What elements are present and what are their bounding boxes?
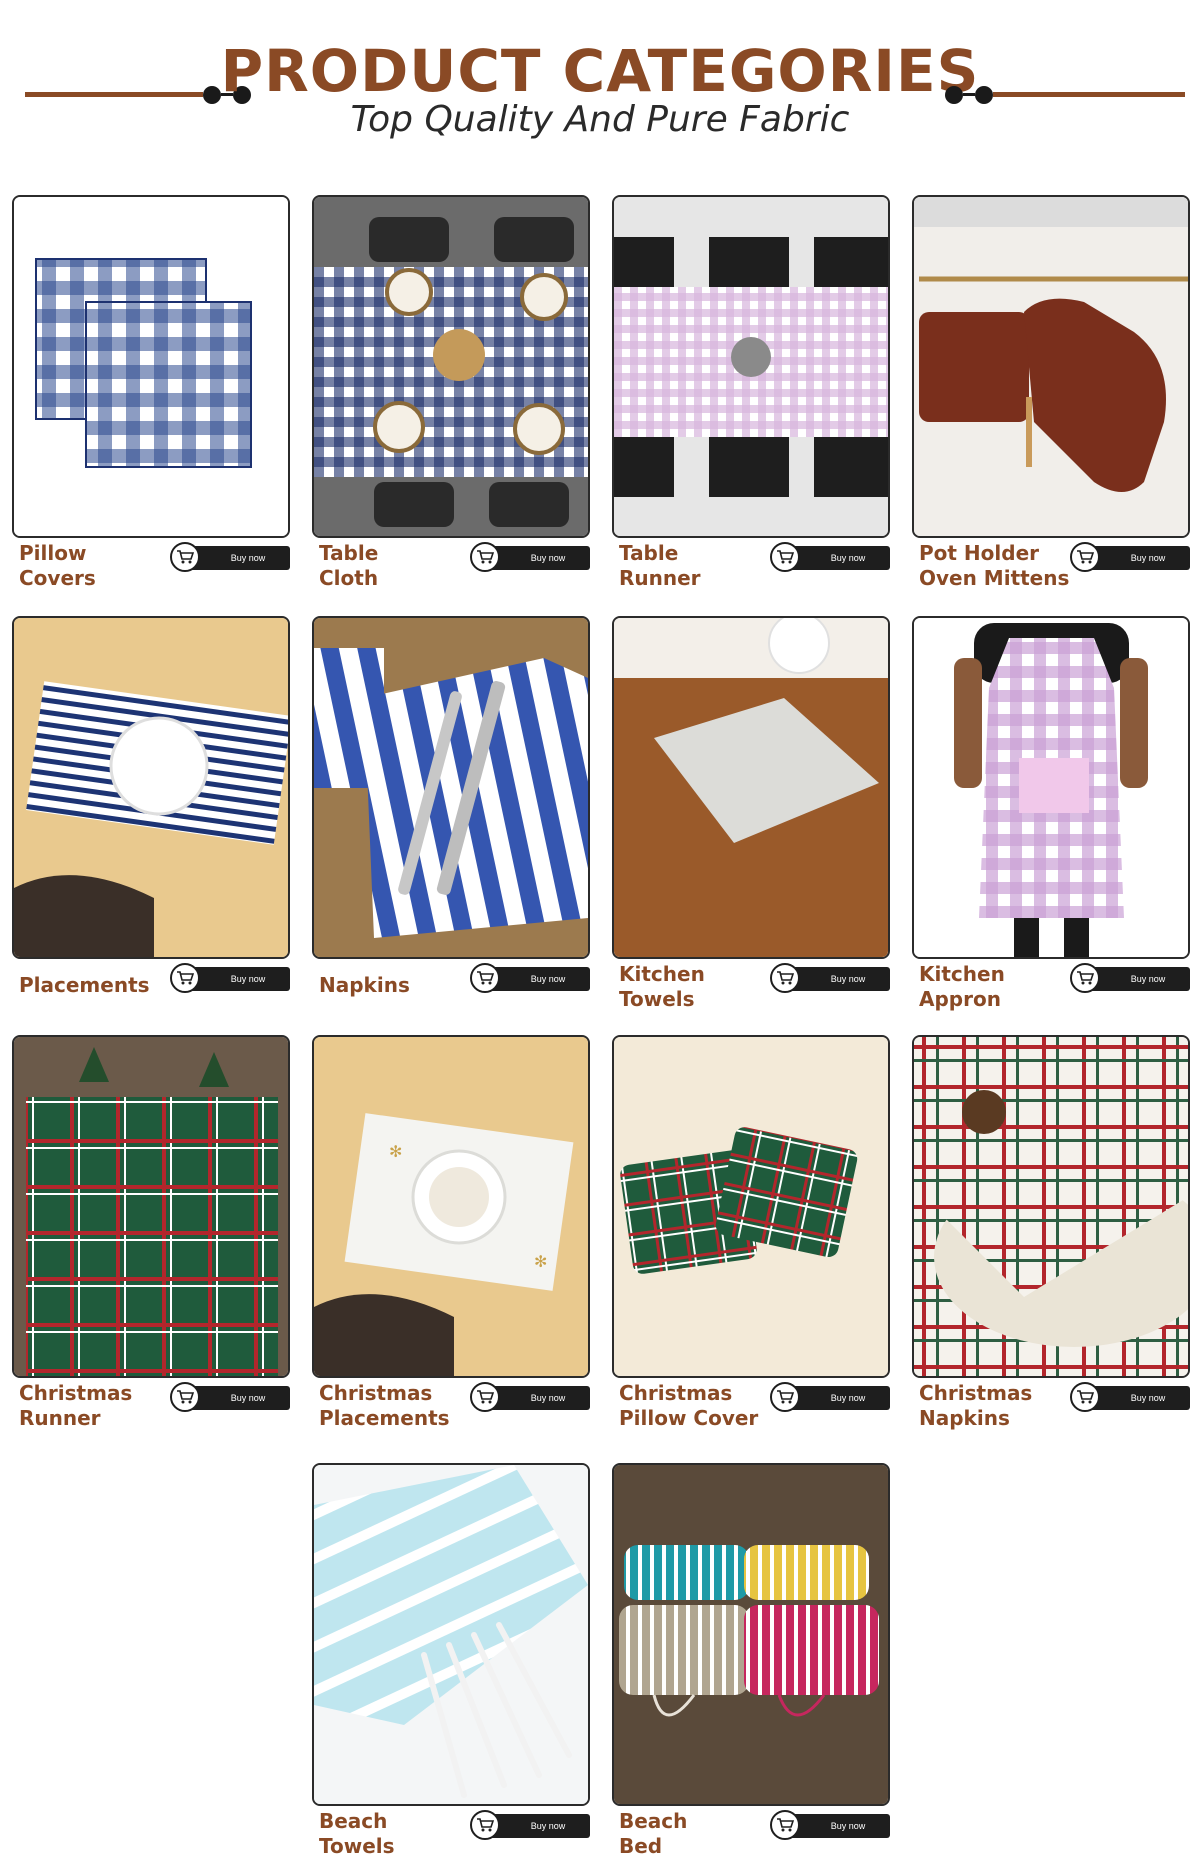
cart-icon [770,1382,800,1412]
product-card-christmas-napkins[interactable]: Christmas Napkins Buy now [912,1035,1190,1430]
product-name: Table Runner [619,541,701,590]
product-name: Christmas Runner [19,1381,133,1430]
buy-now-label: Buy now [530,553,566,563]
product-name: Table Cloth [319,541,379,590]
product-card-christmas-runner[interactable]: Christmas Runner Buy now [12,1035,290,1430]
buy-now-button[interactable]: Buy now [770,1810,890,1840]
cart-icon [1070,542,1100,572]
buy-now-label: Buy now [1130,1393,1166,1403]
buy-now-button[interactable]: Buy now [1070,963,1190,993]
buy-now-label: Buy now [1130,974,1166,984]
product-name: Christmas Napkins [919,1381,1033,1430]
buy-now-label: Buy now [530,974,566,984]
product-card-beach-towels[interactable]: Beach Towels Buy now [312,1463,590,1858]
buy-now-label: Buy now [1130,553,1166,563]
cart-icon [170,1382,200,1412]
buy-now-label: Buy now [230,1393,266,1403]
buy-now-label: Buy now [230,553,266,563]
buy-now-button[interactable]: Buy now [170,542,290,572]
buy-now-label: Buy now [530,1393,566,1403]
buy-now-label: Buy now [530,1821,566,1831]
product-card-kitchen-towels[interactable]: Kitchen Towels Buy now [612,616,890,1011]
product-name: Napkins [319,973,410,997]
buy-now-button[interactable]: Buy now [170,1382,290,1412]
buy-now-button[interactable]: Buy now [470,542,590,572]
christmas-pillow-cover-image[interactable] [612,1035,890,1378]
cart-icon [470,1810,500,1840]
product-name: Beach Towels [319,1809,395,1858]
beach-bed-image[interactable] [612,1463,890,1806]
svg-text:✻: ✻ [534,1252,547,1271]
product-card-pot-holder[interactable]: Pot Holder Oven Mittens Buy now [912,195,1190,590]
pot-holder-image[interactable] [912,195,1190,538]
product-card-table-runner[interactable]: Table Runner Buy now [612,195,890,590]
buy-now-label: Buy now [830,553,866,563]
cart-icon [470,1382,500,1412]
product-name: Christmas Pillow Cover [619,1381,759,1430]
buy-now-button[interactable]: Buy now [1070,1382,1190,1412]
buy-now-label: Buy now [230,974,266,984]
product-card-table-cloth[interactable]: Table Cloth Buy now [312,195,590,590]
product-card-napkins[interactable]: Napkins Buy now [312,616,590,1011]
placements-image[interactable] [12,616,290,959]
cart-icon [1070,1382,1100,1412]
page-header: PRODUCT CATEGORIES Top Quality And Pure … [0,0,1200,160]
product-name: Christmas Placements [319,1381,450,1430]
buy-now-button[interactable]: Buy now [170,963,290,993]
beach-towels-image[interactable] [312,1463,590,1806]
cart-icon [170,542,200,572]
product-card-kitchen-apron[interactable]: Kitchen Appron Buy now [912,616,1190,1011]
svg-text:✻: ✻ [389,1142,402,1161]
cart-icon [170,963,200,993]
table-runner-image[interactable] [612,195,890,538]
christmas-napkins-image[interactable] [912,1035,1190,1378]
kitchen-towels-image[interactable] [612,616,890,959]
header-right-decoration [945,83,1185,113]
product-name: Kitchen Towels [619,962,705,1011]
buy-now-button[interactable]: Buy now [1070,542,1190,572]
product-card-pillow-covers[interactable]: Pillow Covers Buy now [12,195,290,590]
cart-icon [770,963,800,993]
product-name: Pillow Covers [19,541,96,590]
napkins-image[interactable] [312,616,590,959]
cart-icon [1070,963,1100,993]
product-card-beach-bed[interactable]: Beach Bed Buy now [612,1463,890,1858]
product-name: Placements [19,973,150,997]
christmas-runner-image[interactable] [12,1035,290,1378]
product-card-christmas-placements[interactable]: ✻ ✻ Christmas Placements Buy now [312,1035,590,1430]
buy-now-button[interactable]: Buy now [470,963,590,993]
cart-icon [770,542,800,572]
buy-now-button[interactable]: Buy now [770,542,890,572]
product-card-christmas-pillow-cover[interactable]: Christmas Pillow Cover Buy now [612,1035,890,1430]
cart-icon [470,542,500,572]
cart-icon [770,1810,800,1840]
product-name: Kitchen Appron [919,962,1005,1011]
product-card-placements[interactable]: Placements Buy now [12,616,290,1011]
pillow-covers-image[interactable] [12,195,290,538]
buy-now-label: Buy now [830,1393,866,1403]
kitchen-apron-image[interactable] [912,616,1190,959]
buy-now-label: Buy now [830,974,866,984]
buy-now-button[interactable]: Buy now [470,1382,590,1412]
christmas-placements-image[interactable]: ✻ ✻ [312,1035,590,1378]
product-name: Beach Bed [619,1809,688,1858]
table-cloth-image[interactable] [312,195,590,538]
buy-now-button[interactable]: Buy now [470,1810,590,1840]
buy-now-button[interactable]: Buy now [770,1382,890,1412]
product-name: Pot Holder Oven Mittens [919,541,1070,590]
buy-now-label: Buy now [830,1821,866,1831]
buy-now-button[interactable]: Buy now [770,963,890,993]
cart-icon [470,963,500,993]
